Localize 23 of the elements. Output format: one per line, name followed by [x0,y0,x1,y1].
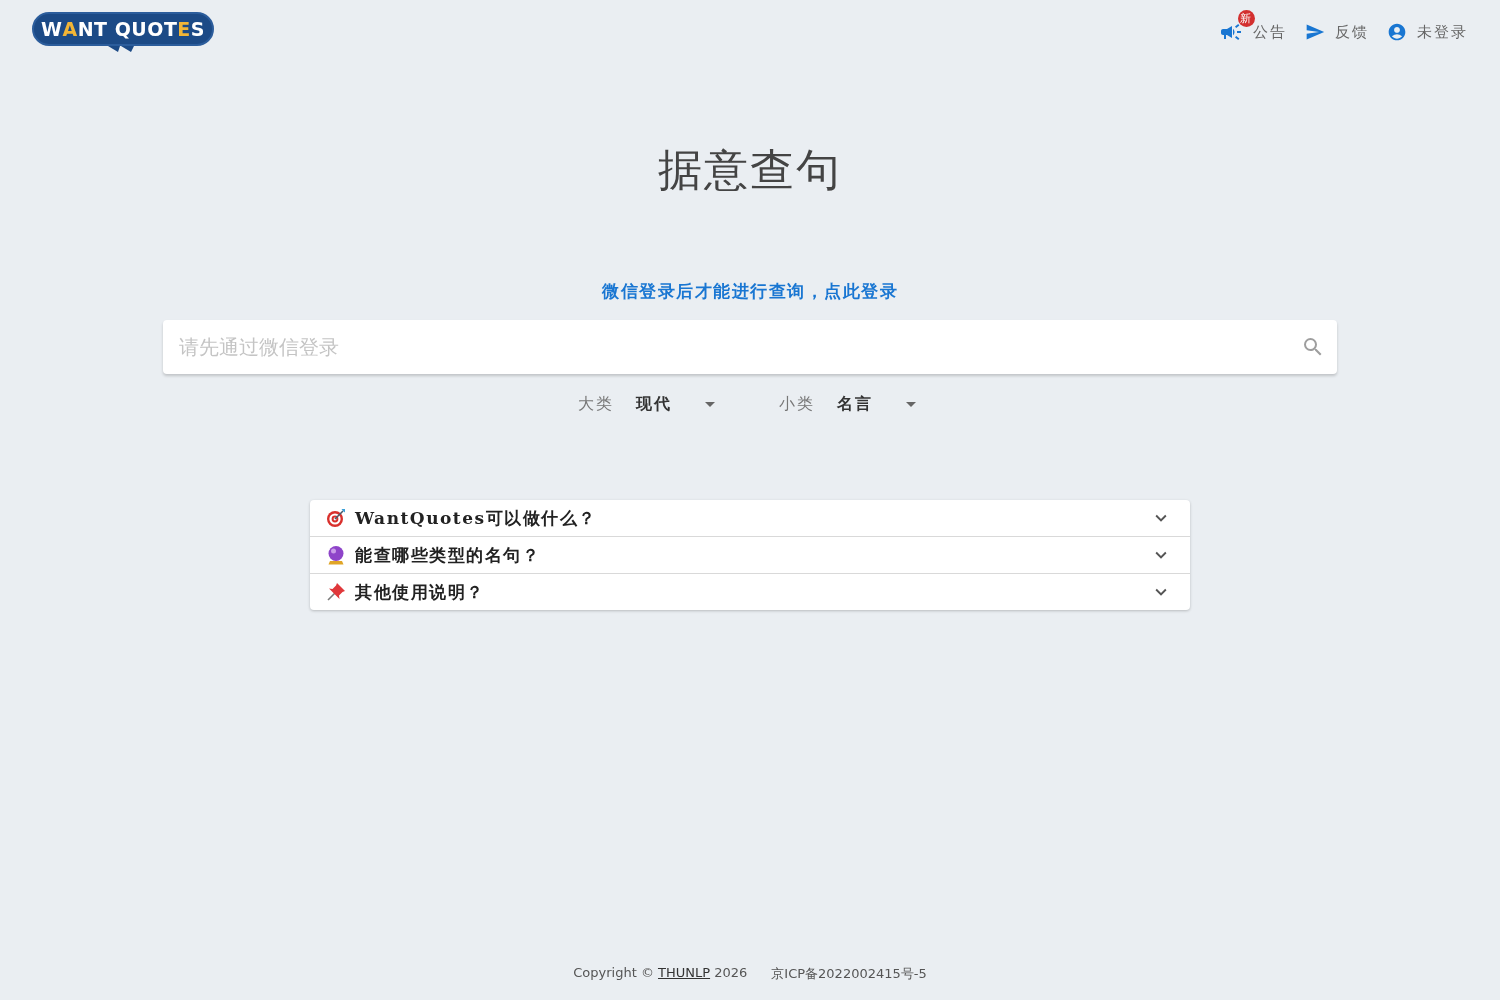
faq-item[interactable]: WantQuotes可以做什么？ [310,500,1190,536]
category-select[interactable]: 现代 [635,393,722,415]
faq-item[interactable]: 其他使用说明？ [310,573,1190,610]
dropdown-caret-icon [905,401,916,407]
copyright-text: Copyright © THUNLP 2026 [573,965,748,982]
account-icon [1387,22,1407,42]
send-icon [1305,22,1325,42]
account-link[interactable]: 未登录 [1387,22,1468,42]
pushpin-icon [326,582,346,602]
new-badge: 新 [1238,10,1255,27]
filter-label: 大类 [577,393,614,415]
icp-text: 京ICP备2022002415号-5 [771,965,927,983]
crystal-ball-icon [326,545,346,565]
page-title: 据意查句 [658,144,842,196]
target-dart-icon [326,508,346,528]
thunlp-link[interactable]: THUNLP [658,965,711,980]
login-prompt-link[interactable]: 微信登录后才能进行查询，点此登录 [602,279,898,303]
category-select[interactable]: 名言 [836,393,923,415]
faq-item[interactable]: 能查哪些类型的名句？ [310,536,1190,573]
dropdown-caret-icon [704,401,715,407]
feedback-link[interactable]: 反馈 [1305,22,1369,42]
search-field[interactable]: 请先通过微信登录 [163,320,1337,374]
filter-label: 小类 [778,393,815,415]
